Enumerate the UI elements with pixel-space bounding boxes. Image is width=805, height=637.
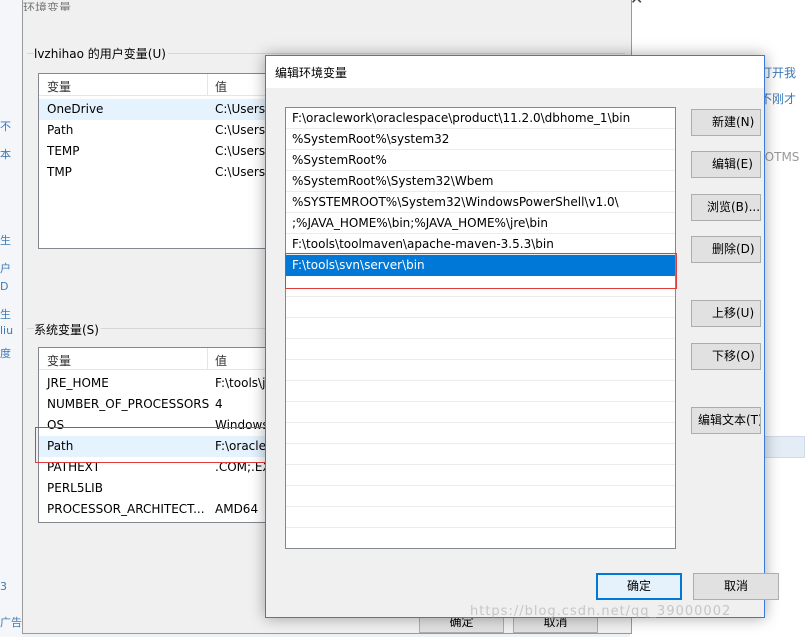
path-entry-text: F:\oraclework\oraclespace\product\11.2.0… <box>292 111 631 125</box>
edit-button[interactable]: 编辑(E) <box>691 151 761 178</box>
table-row[interactable]: NUMBER_OF_PROCESSORS 4 <box>39 394 267 415</box>
highlight-box <box>285 253 677 289</box>
move-down-button[interactable]: 下移(O) <box>691 343 761 370</box>
variable-name: OneDrive <box>47 102 104 116</box>
cancel-button[interactable]: 取消 <box>693 573 779 600</box>
variable-name: TMP <box>47 165 72 179</box>
user-variables-list[interactable]: 变量 值 OneDrive C:\Users\ Path C:\Users\ T… <box>38 73 268 249</box>
system-variables-label: 系统变量(S) <box>34 321 101 338</box>
variable-value: C:\Users\ <box>215 123 268 137</box>
list-header: 变量 值 <box>39 348 267 370</box>
highlight-box <box>35 427 295 463</box>
background-text: 不刚才 <box>760 92 797 106</box>
background-row <box>760 436 805 458</box>
table-row[interactable]: PERL5LIB <box>39 478 267 499</box>
background-text: 生 <box>0 308 11 321</box>
background-text: D <box>0 280 9 293</box>
variable-name: PERL5LIB <box>47 481 103 495</box>
watermark: https://blog.csdn.net/qq_39000002 <box>470 604 732 619</box>
variable-value: C:\Users\ <box>215 144 268 158</box>
path-entry-empty[interactable] <box>286 402 675 423</box>
column-variable[interactable]: 变量 <box>47 352 71 369</box>
path-entry[interactable]: %SystemRoot%\System32\Wbem <box>286 171 675 192</box>
background-text: 不 <box>0 120 11 133</box>
column-value[interactable]: 值 <box>215 352 227 369</box>
ok-button[interactable]: 确定 <box>596 573 682 600</box>
variable-value: C:\Users\ <box>215 165 268 179</box>
dialog-title: 编辑环境变量 <box>275 66 348 80</box>
table-row[interactable]: Path C:\Users\ <box>39 120 267 141</box>
path-entry-empty[interactable] <box>286 297 675 318</box>
path-entry[interactable]: F:\tools\toolmaven\apache-maven-3.5.3\bi… <box>286 234 675 255</box>
column-separator[interactable] <box>207 348 208 370</box>
background-text: liu <box>0 324 14 337</box>
path-entry-empty[interactable] <box>286 507 675 528</box>
path-entry[interactable]: %SystemRoot% <box>286 150 675 171</box>
variable-value: 4 <box>215 397 223 411</box>
path-entry-empty[interactable] <box>286 444 675 465</box>
browse-button[interactable]: 浏览(B)... <box>691 194 761 221</box>
background-text: 度 <box>0 347 11 360</box>
column-value[interactable]: 值 <box>215 78 227 95</box>
path-entry-empty[interactable] <box>286 360 675 381</box>
variable-name: PROCESSOR_ARCHITECT... <box>47 502 205 516</box>
background-text: 户 <box>0 262 11 275</box>
table-row[interactable]: JRE_HOME F:\tools\j <box>39 373 267 394</box>
background-text: 生 <box>0 234 11 247</box>
edit-environment-variable-dialog: 编辑环境变量 F:\oraclework\oraclespace\product… <box>265 55 779 618</box>
variable-value: AMD64 <box>215 502 259 516</box>
variable-name: NUMBER_OF_PROCESSORS <box>47 397 210 411</box>
variable-name: JRE_HOME <box>47 376 109 390</box>
table-row[interactable]: PROCESSOR_ARCHITECT... AMD64 <box>39 499 267 520</box>
path-entry[interactable]: %SystemRoot%\system32 <box>286 129 675 150</box>
path-entry-text: %SystemRoot% <box>292 153 387 167</box>
path-entry-text: ;%JAVA_HOME%\bin;%JAVA_HOME%\jre\bin <box>292 216 548 230</box>
close-icon[interactable]: ✕ <box>630 0 643 8</box>
path-entry-text: %SystemRoot%\system32 <box>292 132 450 146</box>
user-variables-label: lvzhihao 的用户变量(U) <box>34 45 168 62</box>
table-row[interactable]: TEMP C:\Users\ <box>39 141 267 162</box>
dialog-titlebar: 编辑环境变量 <box>266 56 764 88</box>
column-separator[interactable] <box>207 74 208 96</box>
variable-value: C:\Users\ <box>215 102 268 116</box>
path-entry-text: %SystemRoot%\System32\Wbem <box>292 174 494 188</box>
list-header: 变量 值 <box>39 74 267 96</box>
new-button[interactable]: 新建(N) <box>691 109 761 136</box>
path-entry-text: F:\tools\toolmaven\apache-maven-3.5.3\bi… <box>292 237 554 251</box>
path-entry-empty[interactable] <box>286 465 675 486</box>
table-row[interactable]: TMP C:\Users\ <box>39 162 267 183</box>
path-entry-empty[interactable] <box>286 318 675 339</box>
variable-value: F:\tools\j <box>215 376 266 390</box>
path-entry[interactable]: F:\oraclework\oraclespace\product\11.2.0… <box>286 108 675 129</box>
background-text: 3 <box>0 580 7 593</box>
path-entries-list[interactable]: F:\oraclework\oraclespace\product\11.2.0… <box>285 107 676 549</box>
path-entry-empty[interactable] <box>286 486 675 507</box>
background-text: 广告 <box>0 616 22 629</box>
background-text: -OTMS <box>760 150 800 164</box>
path-entry-text: %SYSTEMROOT%\System32\WindowsPowerShell\… <box>292 195 619 209</box>
variable-name: TEMP <box>47 144 80 158</box>
path-entry-empty[interactable] <box>286 381 675 402</box>
move-up-button[interactable]: 上移(U) <box>691 300 761 327</box>
variable-name: Path <box>47 123 74 137</box>
table-row[interactable]: OneDrive C:\Users\ <box>39 99 267 120</box>
background-text: 本 <box>0 148 11 161</box>
delete-button[interactable]: 删除(D) <box>691 236 761 263</box>
path-entry[interactable]: %SYSTEMROOT%\System32\WindowsPowerShell\… <box>286 192 675 213</box>
window-title: 环境变量 <box>23 1 72 11</box>
background-text: 打开我 <box>760 66 797 80</box>
column-variable[interactable]: 变量 <box>47 78 71 95</box>
path-entry[interactable]: ;%JAVA_HOME%\bin;%JAVA_HOME%\jre\bin <box>286 213 675 234</box>
edit-text-button[interactable]: 编辑文本(T) <box>691 407 761 434</box>
path-entry-empty[interactable] <box>286 423 675 444</box>
background-sidebar: 不 本 生 户 D 生 liu 度 3 广告 <box>0 0 22 637</box>
path-entry-empty[interactable] <box>286 339 675 360</box>
